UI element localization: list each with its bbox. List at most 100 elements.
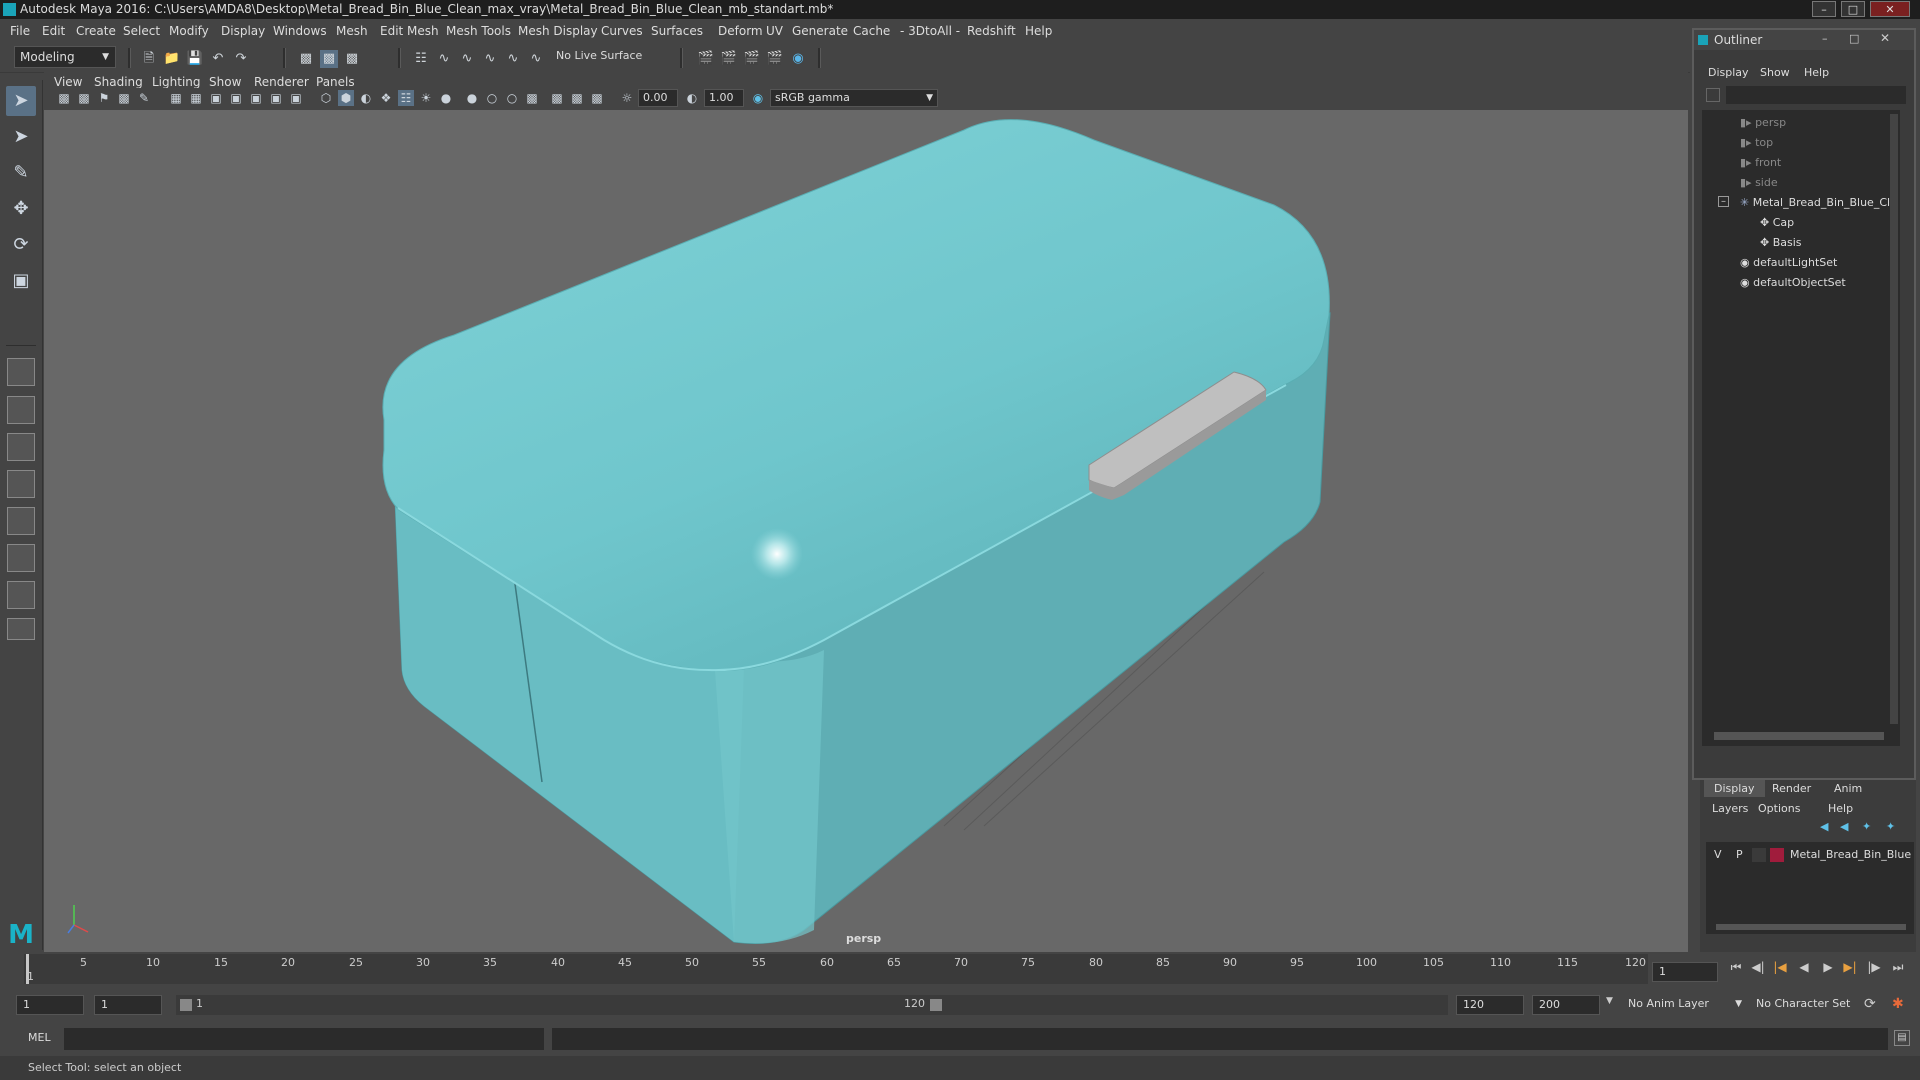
snap-live-icon[interactable]: ∿ bbox=[527, 50, 545, 68]
single-perspective-layout-icon[interactable] bbox=[7, 358, 35, 386]
menu-curves[interactable]: Curves bbox=[601, 19, 643, 44]
horizontal-scrollbar[interactable] bbox=[1714, 732, 1884, 740]
view-transform-dropdown[interactable]: sRGB gamma ▼ bbox=[770, 89, 938, 107]
menu-uv[interactable]: UV bbox=[766, 19, 783, 44]
command-language-toggle[interactable]: MEL bbox=[28, 1031, 51, 1044]
play-forwards-icon[interactable]: ▶ bbox=[1820, 959, 1836, 975]
outliner-minimize-icon[interactable]: – bbox=[1822, 32, 1828, 45]
menu-select[interactable]: Select bbox=[123, 19, 160, 44]
time-ruler[interactable] bbox=[24, 954, 1648, 984]
layer-playback-toggle[interactable]: P bbox=[1736, 848, 1743, 861]
maximize-icon[interactable]: □ bbox=[1841, 1, 1865, 17]
outliner-menu-help[interactable]: Help bbox=[1804, 66, 1829, 79]
textured-icon[interactable]: ❖ bbox=[378, 90, 394, 106]
rotate-tool-icon[interactable]: ⟳ bbox=[6, 230, 36, 260]
camera-attributes-icon[interactable]: ▩ bbox=[76, 90, 92, 106]
menu-deform[interactable]: Deform bbox=[718, 19, 763, 44]
menu-redshift[interactable]: Redshift bbox=[967, 19, 1016, 44]
snap-surface-icon[interactable]: ∿ bbox=[504, 50, 522, 68]
paint-select-tool-icon[interactable]: ✎ bbox=[6, 158, 36, 188]
layer-name[interactable]: Metal_Bread_Bin_Blue bbox=[1790, 848, 1911, 861]
select-by-component-icon[interactable]: ▩ bbox=[343, 50, 361, 68]
safe-action-icon[interactable]: ▣ bbox=[268, 90, 284, 106]
new-layer-selected-icon[interactable]: ✦ bbox=[1886, 820, 1895, 833]
outliner-menu-display[interactable]: Display bbox=[1708, 66, 1749, 79]
step-forward-frame-icon[interactable]: |▶ bbox=[1866, 959, 1882, 975]
safe-title-icon[interactable]: ▣ bbox=[288, 90, 304, 106]
minimize-icon[interactable]: – bbox=[1812, 1, 1836, 17]
depth-of-field-icon[interactable]: ○ bbox=[504, 90, 520, 106]
ipr-render-icon[interactable]: 🎬 bbox=[743, 50, 761, 68]
default-lighting-icon[interactable]: ◐ bbox=[358, 90, 374, 106]
menu-edit-mesh[interactable]: Edit Mesh bbox=[380, 19, 439, 44]
gamma-field[interactable]: 1.00 bbox=[704, 89, 744, 107]
persp-graph-layout-icon[interactable] bbox=[7, 470, 35, 498]
snap-curve-icon[interactable]: ∿ bbox=[435, 50, 453, 68]
end-time-field[interactable]: 200 bbox=[1532, 995, 1600, 1015]
play-backwards-icon[interactable]: ◀ bbox=[1796, 959, 1812, 975]
menu-mesh-tools[interactable]: Mesh Tools bbox=[446, 19, 511, 44]
shadows-icon[interactable]: ☀ bbox=[418, 90, 434, 106]
hypershade-icon[interactable]: ◉ bbox=[789, 50, 807, 68]
exposure-field[interactable]: 0.00 bbox=[638, 89, 678, 107]
custom-layout-icon[interactable] bbox=[7, 544, 35, 572]
command-input[interactable] bbox=[64, 1028, 544, 1050]
menu-surfaces[interactable]: Surfaces bbox=[651, 19, 703, 44]
outliner-item[interactable]: ▮▸ top bbox=[1740, 136, 1773, 149]
menu-set-dropdown[interactable]: Modeling ▼ bbox=[14, 46, 116, 68]
menu-help[interactable]: Help bbox=[1025, 19, 1052, 44]
layer-menu-help[interactable]: Help bbox=[1828, 802, 1853, 815]
snap-view-plane-icon[interactable]: ∿ bbox=[481, 50, 499, 68]
layer-menu-layers[interactable]: Layers bbox=[1712, 802, 1748, 815]
step-back-key-icon[interactable]: |◀ bbox=[1772, 959, 1788, 975]
film-gate-icon[interactable]: ▦ bbox=[188, 90, 204, 106]
time-slider[interactable]: 1 5 10 15 20 25 30 35 40 45 50 55 60 65 … bbox=[0, 952, 1920, 988]
open-scene-icon[interactable]: 📁 bbox=[163, 50, 181, 68]
menu-3dtoall[interactable]: - 3DtoAll - bbox=[900, 19, 960, 44]
snap-grid-icon[interactable]: ☷ bbox=[412, 50, 430, 68]
render-frame-icon[interactable]: 🎬 bbox=[720, 50, 738, 68]
outliner-menu-show[interactable]: Show bbox=[1760, 66, 1790, 79]
layer-visibility-toggle[interactable]: V bbox=[1714, 848, 1722, 861]
grid-toggle-icon[interactable]: ▦ bbox=[168, 90, 184, 106]
custom-layout-2-icon[interactable] bbox=[7, 581, 35, 609]
render-settings-icon[interactable]: 🎬 bbox=[697, 50, 715, 68]
layer-row[interactable]: V P Metal_Bread_Bin_Blue bbox=[1706, 846, 1914, 864]
vertical-scrollbar[interactable] bbox=[1890, 114, 1898, 724]
custom-layout-3-icon[interactable] bbox=[7, 618, 35, 640]
outliner-item[interactable]: ▮▸ side bbox=[1740, 176, 1778, 189]
select-tool-icon[interactable]: ➤ bbox=[6, 86, 36, 116]
horizontal-scrollbar[interactable] bbox=[1716, 924, 1906, 930]
xray-icon[interactable]: ▩ bbox=[549, 90, 565, 106]
menu-modify[interactable]: Modify bbox=[169, 19, 209, 44]
tab-render[interactable]: Render bbox=[1772, 782, 1811, 795]
range-slider[interactable]: 1 120 bbox=[176, 995, 946, 1015]
lasso-tool-icon[interactable]: ➤ bbox=[6, 122, 36, 152]
gate-mask-icon[interactable]: ▣ bbox=[228, 90, 244, 106]
motion-blur-icon[interactable]: ● bbox=[464, 90, 480, 106]
step-back-frame-icon[interactable]: ◀| bbox=[1750, 959, 1766, 975]
go-to-end-icon[interactable]: ⏭ bbox=[1890, 959, 1906, 975]
grease-pencil-icon[interactable]: ✎ bbox=[136, 90, 152, 106]
render-view-icon[interactable]: 🎬 bbox=[766, 50, 784, 68]
playback-start-field[interactable]: 1 bbox=[94, 995, 162, 1015]
select-by-object-icon[interactable]: ▩ bbox=[320, 50, 338, 68]
wireframe-icon[interactable]: ⬡ bbox=[318, 90, 334, 106]
auto-key-icon[interactable]: ⟳ bbox=[1864, 996, 1876, 1012]
color-management-icon[interactable]: ◉ bbox=[750, 90, 766, 106]
new-layer-icon[interactable]: ✦ bbox=[1862, 820, 1871, 833]
outliner-filter-icon[interactable] bbox=[1706, 88, 1720, 102]
bookmark-icon[interactable]: ⚑ bbox=[96, 90, 112, 106]
layer-type-toggle[interactable] bbox=[1752, 848, 1766, 862]
field-chart-icon[interactable]: ▣ bbox=[248, 90, 264, 106]
step-forward-key-icon[interactable]: ▶| bbox=[1842, 959, 1858, 975]
persp-hypershade-layout-icon[interactable] bbox=[7, 507, 35, 535]
playback-end-field[interactable]: 120 bbox=[1456, 995, 1524, 1015]
save-scene-icon[interactable]: 💾 bbox=[186, 50, 204, 68]
go-to-start-icon[interactable]: ⏮ bbox=[1728, 959, 1744, 975]
layer-color-swatch[interactable] bbox=[1770, 848, 1784, 862]
outliner-search-input[interactable] bbox=[1726, 86, 1906, 104]
resolution-gate-icon[interactable]: ▣ bbox=[208, 90, 224, 106]
outliner-item[interactable]: ▮▸ front bbox=[1740, 156, 1781, 169]
script-editor-icon[interactable]: ▤ bbox=[1894, 1030, 1910, 1046]
